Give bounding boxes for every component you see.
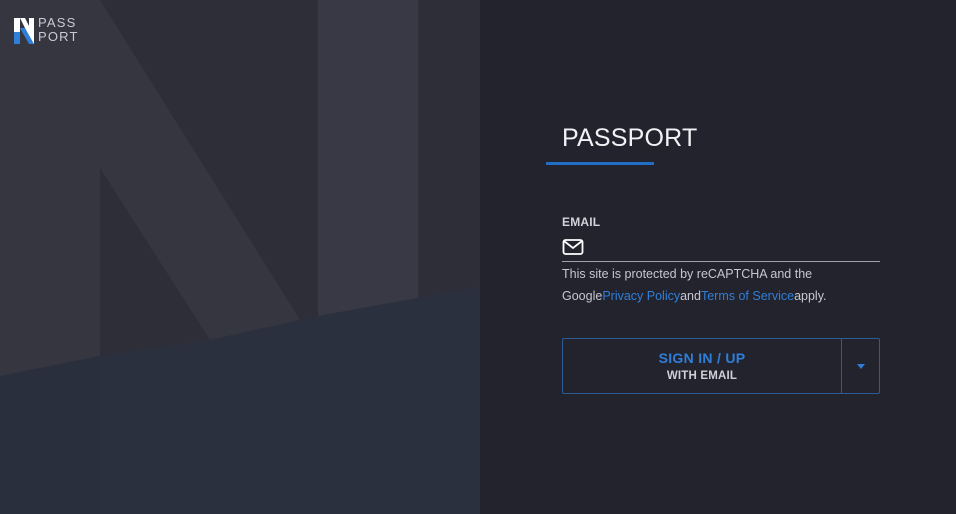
sign-in-primary-label: SIGN IN / UP [658, 350, 746, 366]
caret-down-icon [856, 363, 865, 369]
sign-in-with-email-button[interactable]: SIGN IN / UP WITH EMAIL [563, 339, 841, 393]
terms-of-service-link[interactable]: Terms of Service [701, 289, 794, 303]
email-field-row [562, 233, 880, 262]
logo-line-1: PASS [38, 15, 77, 30]
sign-in-secondary-label: WITH EMAIL [666, 370, 738, 382]
email-label: EMAIL [562, 215, 601, 229]
privacy-policy-link[interactable]: Privacy Policy [602, 289, 680, 303]
email-input[interactable] [592, 235, 880, 259]
envelope-icon [562, 239, 584, 255]
logo-wordmark: PASS PORT [38, 16, 79, 44]
recaptcha-suffix: apply. [794, 289, 827, 303]
login-panel: PASSPORT EMAIL This site is protected by… [480, 0, 956, 514]
brand-panel: PASS PORT [0, 0, 480, 514]
sign-in-options-dropdown[interactable] [842, 339, 879, 393]
sign-in-button-group: SIGN IN / UP WITH EMAIL [562, 338, 880, 394]
recaptcha-notice: This site is protected by reCAPTCHA and … [562, 263, 862, 307]
page-title: PASSPORT [562, 124, 698, 152]
app-logo: PASS PORT [14, 16, 79, 46]
logo-line-2: PORT [38, 29, 79, 44]
brand-watermark-graphic [0, 0, 480, 514]
title-underline [546, 162, 654, 165]
recaptcha-middle: and [680, 289, 701, 303]
logo-mark-icon [14, 18, 34, 44]
